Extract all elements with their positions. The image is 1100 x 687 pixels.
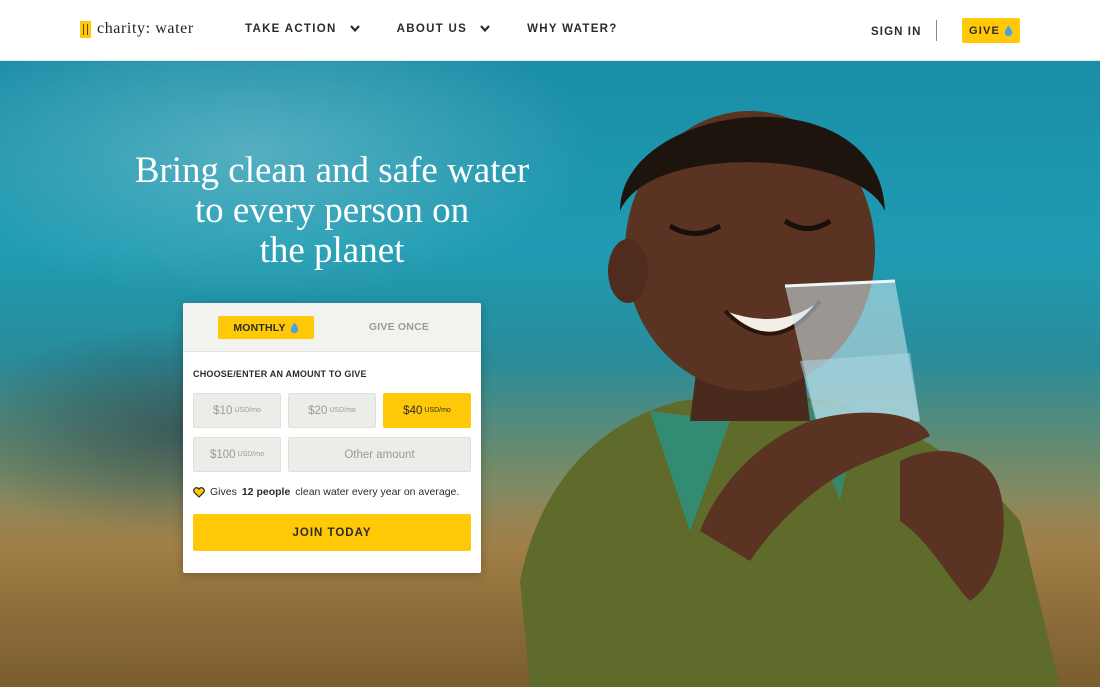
impact-suffix: clean water every year on average. — [295, 486, 460, 498]
other-amount-placeholder: Other amount — [344, 448, 415, 461]
amount-value: $10 — [213, 404, 233, 417]
hero-photo-boy-drinking-water — [520, 111, 1060, 687]
heart-icon — [193, 486, 205, 498]
give-button[interactable]: GIVE — [962, 18, 1020, 43]
nav-why-water-label: WHY WATER? — [527, 23, 618, 35]
headline-line-2: to every person on — [194, 190, 470, 231]
chevron-down-icon — [349, 25, 360, 33]
amount-prompt: CHOOSE/ENTER AN AMOUNT TO GIVE — [193, 369, 367, 379]
nav-about-us-label: ABOUT US — [396, 23, 468, 35]
water-drop-icon — [290, 322, 298, 333]
amount-unit: USD/mo — [329, 407, 356, 414]
amount-option-20[interactable]: $20 USD/mo — [288, 393, 376, 428]
nav-take-action-label: TAKE ACTION — [245, 23, 337, 35]
amount-option-100[interactable]: $100 USD/mo — [193, 437, 281, 472]
impact-count: 12 people — [241, 486, 291, 498]
amount-value: $20 — [308, 404, 328, 417]
site-header: charity: water TAKE ACTION ABOUT US WHY … — [0, 0, 1100, 61]
sign-in-link[interactable]: SIGN IN — [871, 26, 922, 38]
water-drop-icon — [1004, 25, 1013, 36]
other-amount-input[interactable]: Other amount — [288, 437, 471, 472]
tab-monthly-label: MONTHLY — [233, 321, 286, 334]
tab-monthly[interactable]: MONTHLY — [218, 316, 314, 339]
jerrycan-logo-icon — [80, 20, 91, 38]
amount-unit: USD/mo — [237, 451, 265, 458]
logo-text: charity: water — [97, 20, 194, 37]
nav-why-water[interactable]: WHY WATER? — [527, 23, 618, 35]
join-today-button[interactable]: JOIN TODAY — [193, 514, 471, 551]
amount-option-10[interactable]: $10 USD/mo — [193, 393, 281, 428]
amount-unit: USD/mo — [234, 407, 261, 414]
donation-card: MONTHLY GIVE ONCE CHOOSE/ENTER AN AMOUNT… — [183, 303, 481, 573]
amount-value: $100 — [209, 448, 236, 461]
nav-take-action[interactable]: TAKE ACTION — [245, 23, 361, 35]
tab-give-once[interactable]: GIVE ONCE — [353, 321, 445, 333]
impact-prefix: Gives — [210, 486, 237, 498]
give-button-label: GIVE — [968, 24, 1001, 37]
amount-unit: USD/mo — [424, 407, 451, 414]
amount-option-40[interactable]: $40 USD/mo — [383, 393, 471, 428]
logo[interactable]: charity: water — [80, 20, 194, 38]
hero-headline: Bring clean and safe water to every pers… — [112, 151, 552, 271]
headline-line-3: the planet — [259, 230, 405, 271]
header-divider — [936, 20, 937, 41]
hero-section: Bring clean and safe water to every pers… — [0, 61, 1100, 687]
frequency-tabs: MONTHLY GIVE ONCE — [183, 303, 481, 352]
impact-statement: Gives 12 people clean water every year o… — [193, 486, 459, 498]
chevron-down-icon — [480, 25, 490, 33]
nav-about-us[interactable]: ABOUT US — [397, 23, 491, 35]
headline-line-1: Bring clean and safe water — [134, 150, 530, 191]
amount-value: $40 — [403, 404, 423, 417]
main-nav: TAKE ACTION ABOUT US WHY WATER? — [245, 23, 654, 35]
